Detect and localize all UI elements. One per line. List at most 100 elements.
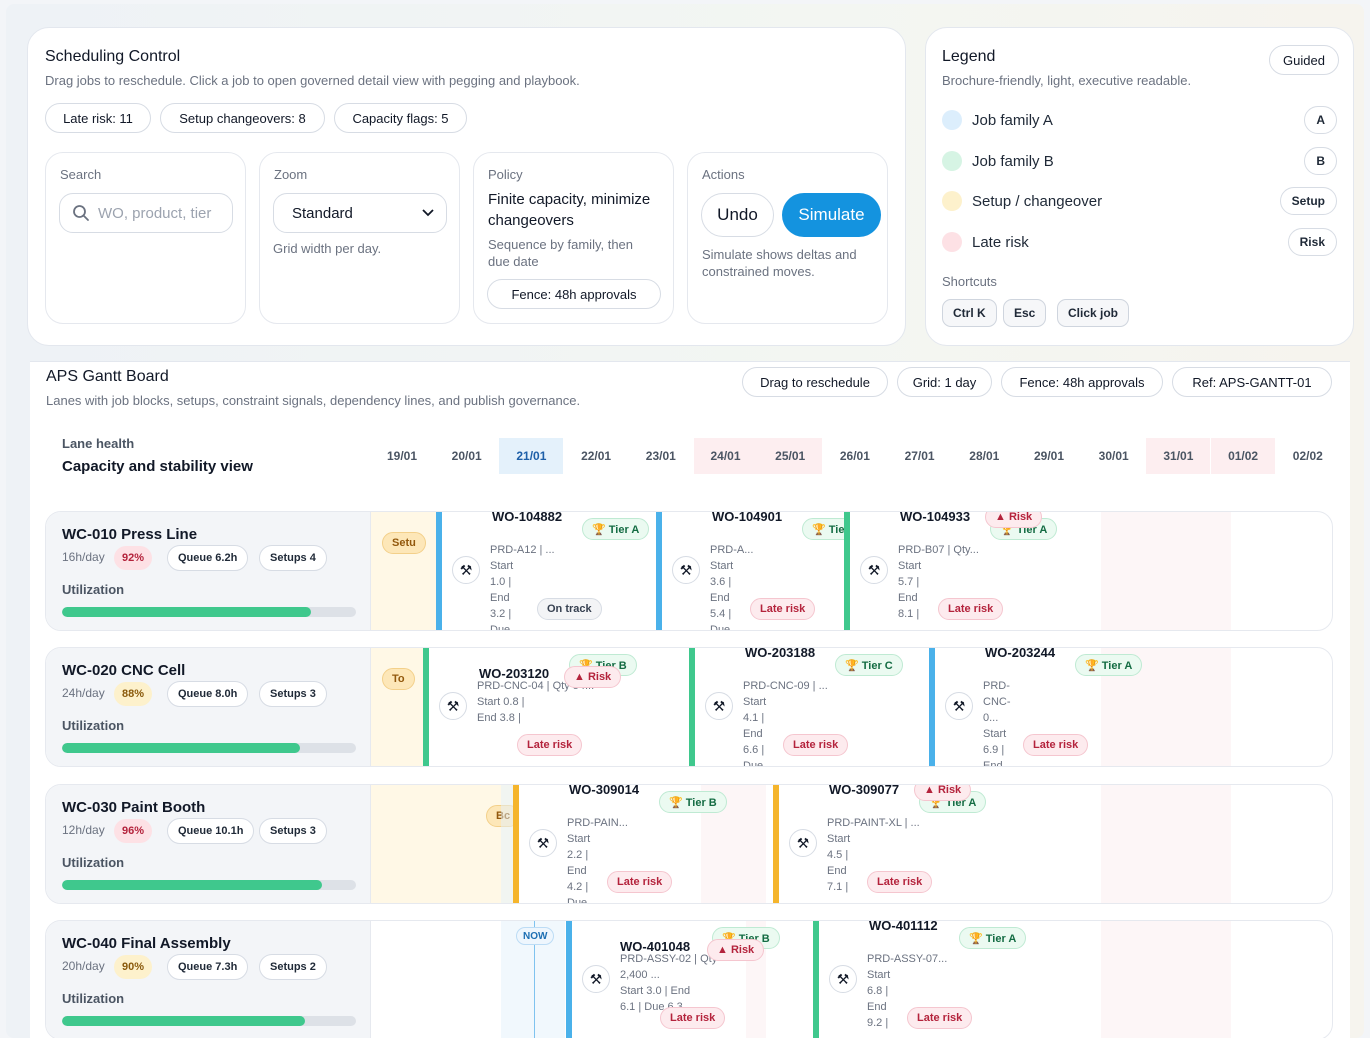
shortcut-ctrl-k[interactable]: Ctrl K xyxy=(942,299,997,327)
utilization-label: Utilization xyxy=(62,991,125,1006)
hammer-icon[interactable]: ⚒ xyxy=(860,556,888,584)
job-block[interactable]: WO-309014 ⚒ PRD-PAIN... Start 2.2 | End 4.2 | D… xyxy=(513,785,727,903)
capacity-flags-chip[interactable]: Capacity flags: 5 xyxy=(334,103,467,133)
job-meta-line: Start xyxy=(710,560,734,572)
status-tag: Late risk xyxy=(517,734,583,756)
utilization-badge: 90% xyxy=(114,955,153,979)
date-cell: 26/01 xyxy=(839,449,870,463)
date-cell: 19/01 xyxy=(386,449,418,463)
undo-button[interactable]: Undo xyxy=(701,193,774,237)
job-meta-line: Start 3.0 | End xyxy=(620,985,691,997)
job-code: WO-104882 xyxy=(492,511,563,524)
zoom-hint: Grid width per day. xyxy=(273,241,382,256)
scheduling-control-card: Scheduling Control Drag jobs to reschedu… xyxy=(27,27,906,346)
setup-tag: To xyxy=(382,668,415,690)
job-code: WO-203188 xyxy=(745,647,816,660)
status-tag: Late risk xyxy=(907,1007,973,1029)
lane-info: WC-020 CNC Cell 24h/day 88% Queue 8.0h Setup… xyxy=(46,648,371,766)
legend-item-setup: Setup / changeover xyxy=(942,189,1102,213)
tier-tag: 🏆 Tier B xyxy=(659,791,727,813)
queue-chip[interactable]: Queue 8.0h xyxy=(167,681,249,707)
lane-name: WC-010 Press Line xyxy=(62,526,198,543)
hammer-icon[interactable]: ⚒ xyxy=(789,829,817,857)
status-tag: Late risk xyxy=(867,871,933,893)
setups-chip[interactable]: Setups 4 xyxy=(259,545,327,571)
job-meta-line: Start xyxy=(743,696,767,708)
lane-capacity: 12h/day xyxy=(62,823,105,837)
job-block[interactable]: WO-203244⚒PRD-CNC-0...Start6.9 |End9.1 |… xyxy=(929,648,1143,766)
lane-capacity: 16h/day xyxy=(62,550,105,564)
tier-tag: 🏆 Tier A xyxy=(582,518,650,540)
job-block[interactable]: WO-203120 ⚒ PRD-CNC-04 | Qty 54... Start 0.… xyxy=(423,648,637,766)
legend-label: Setup / changeover xyxy=(972,192,1103,210)
job-block[interactable]: WO-104882 ⚒ PRD-A12 | ... Start 1.0 | End 3.2 … xyxy=(436,511,650,630)
lane-name: WC-030 Paint Booth xyxy=(62,799,206,816)
utilization-badge: 88% xyxy=(114,682,153,706)
search-placeholder: WO, product, tier xyxy=(98,204,212,222)
family-a-swatch xyxy=(942,110,962,130)
setup-block[interactable] xyxy=(371,512,436,630)
job-meta-line: Start xyxy=(983,728,1007,740)
tier-tag: 🏆 Tier A xyxy=(1075,654,1143,676)
queue-chip[interactable]: Queue 10.1h xyxy=(167,818,255,844)
hammer-icon[interactable]: ⚒ xyxy=(452,556,480,584)
fence-chip[interactable]: Fence: 48h approvals xyxy=(487,279,661,309)
job-block[interactable]: WO-104933 ⚒ PRD-B07 | Qty... Start 5.7 | End 8… xyxy=(844,512,1058,630)
family-b-swatch xyxy=(942,151,962,171)
queue-chip[interactable]: Queue 7.3h xyxy=(167,954,249,980)
drag-to-reschedule-chip[interactable]: Drag to reschedule xyxy=(742,367,888,397)
setup-block[interactable] xyxy=(371,785,516,903)
job-meta-line: Start xyxy=(867,969,891,981)
job-block[interactable]: WO-401112 ⚒ PRD-ASSY-07... Start 6.8 | End 9.2… xyxy=(813,921,1027,1038)
hammer-icon[interactable]: ⚒ xyxy=(672,556,700,584)
status-tag: Late risk xyxy=(660,1007,726,1029)
risk-flag: ▲ Risk xyxy=(985,512,1043,528)
utilization-label: Utilization xyxy=(62,582,125,597)
policy-hint: Sequence by family, then due date xyxy=(488,237,634,269)
hammer-icon[interactable]: ⚒ xyxy=(945,692,973,720)
setup-changeovers-chip[interactable]: Setup changeovers: 8 xyxy=(160,103,325,133)
job-meta-line: 4.5 | xyxy=(827,849,849,861)
hammer-icon[interactable]: ⚒ xyxy=(582,965,610,993)
job-block[interactable]: WO-203188 ⚒ PRD-CNC-09 | ... Start 4.1 | End 6… xyxy=(689,647,903,766)
job-block[interactable]: WO-309077 ⚒ PRD-PAINT-XL | ... Start 4.5 | En… xyxy=(773,785,987,903)
ref-chip[interactable]: Ref: APS-GANTT-01 xyxy=(1172,367,1332,397)
legend-title: Legend xyxy=(942,48,996,65)
setup-block[interactable] xyxy=(371,648,423,766)
shortcut-esc[interactable]: Esc xyxy=(1003,299,1047,327)
utilization-fill xyxy=(62,607,311,617)
job-block[interactable]: WO-401048 ⚒ PRD-ASSY-02 | Qty 2,400 ... Sta… xyxy=(566,921,780,1038)
shortcut-click-job[interactable]: Click job xyxy=(1057,299,1130,327)
job-meta-line: PRD-CNC-0... xyxy=(983,680,1011,724)
simulate-button[interactable]: Simulate xyxy=(782,193,881,237)
setup-swatch xyxy=(942,191,962,211)
zoom-select[interactable]: Standard xyxy=(273,193,447,233)
fence-approvals-chip[interactable]: Fence: 48h approvals xyxy=(1001,367,1163,397)
search-label: Search xyxy=(60,167,102,182)
status-tag: Late risk xyxy=(783,734,849,756)
job-block[interactable]: WO-104901 ⚒ PRD-A... Start 3.6 | End 5.4 | Due 🏆… xyxy=(656,512,859,630)
hammer-icon[interactable]: ⚒ xyxy=(705,692,733,720)
date-cell: 28/01 xyxy=(969,449,1000,463)
job-meta-line: 3.6 | xyxy=(710,576,732,588)
setups-chip[interactable]: Setups 3 xyxy=(259,681,327,707)
date-cell: 23/01 xyxy=(645,449,676,463)
setups-chip[interactable]: Setups 2 xyxy=(259,954,327,980)
hammer-icon[interactable]: ⚒ xyxy=(829,965,857,993)
search-input[interactable]: WO, product, tier xyxy=(59,193,233,233)
hammer-icon[interactable]: ⚒ xyxy=(439,692,467,720)
late-risk-chip[interactable]: Late risk: 11 xyxy=(45,103,151,133)
job-meta: PRD-A... Start 3.6 | End 5.4 | Due xyxy=(710,542,753,630)
utilization-bar xyxy=(62,607,356,617)
utilization-bar xyxy=(62,743,356,753)
grid-chip[interactable]: Grid: 1 day xyxy=(897,367,992,397)
utilization-badge: 92% xyxy=(114,546,153,570)
date-cell: 21/01 xyxy=(499,438,564,474)
status-tag: On track xyxy=(537,598,602,620)
legend-tag-setup: Setup xyxy=(1279,187,1337,215)
hammer-icon[interactable]: ⚒ xyxy=(529,829,557,857)
queue-chip[interactable]: Queue 6.2h xyxy=(167,545,249,571)
legend-item-late-risk: Late risk xyxy=(942,230,1029,254)
guided-chip[interactable]: Guided xyxy=(1269,45,1339,75)
setups-chip[interactable]: Setups 3 xyxy=(259,818,327,844)
